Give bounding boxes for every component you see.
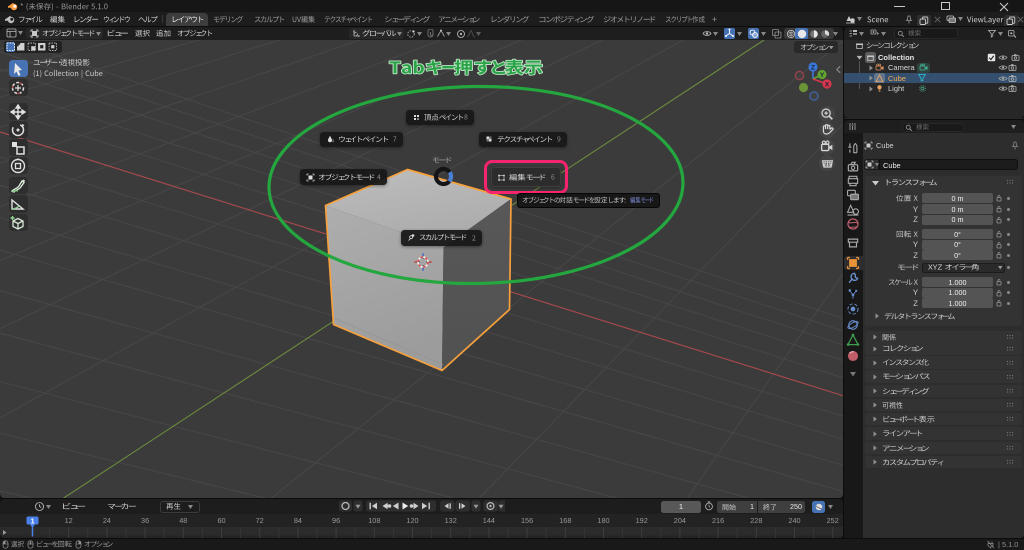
svg-text:168: 168 [559, 516, 571, 525]
svg-text:Y: Y [820, 72, 825, 79]
svg-text:108: 108 [368, 516, 380, 525]
svg-text:216: 216 [712, 516, 724, 525]
svg-text:132: 132 [445, 516, 457, 525]
svg-text:48: 48 [179, 516, 187, 525]
svg-text:84: 84 [294, 516, 302, 525]
svg-text:120: 120 [406, 516, 418, 525]
svg-text:X: X [825, 81, 830, 88]
svg-text:96: 96 [332, 516, 340, 525]
svg-text:72: 72 [256, 516, 264, 525]
svg-text:Z: Z [811, 64, 815, 71]
svg-text:180: 180 [597, 516, 609, 525]
svg-text:252: 252 [827, 516, 839, 525]
svg-text:1: 1 [31, 518, 35, 525]
svg-text:24: 24 [103, 516, 111, 525]
svg-text:192: 192 [636, 516, 648, 525]
svg-text:12: 12 [65, 516, 73, 525]
svg-text:204: 204 [674, 516, 686, 525]
svg-text:36: 36 [141, 516, 149, 525]
svg-text:144: 144 [483, 516, 495, 525]
svg-text:240: 240 [788, 516, 800, 525]
svg-text:156: 156 [521, 516, 533, 525]
svg-text:60: 60 [217, 516, 225, 525]
svg-text:228: 228 [750, 516, 762, 525]
